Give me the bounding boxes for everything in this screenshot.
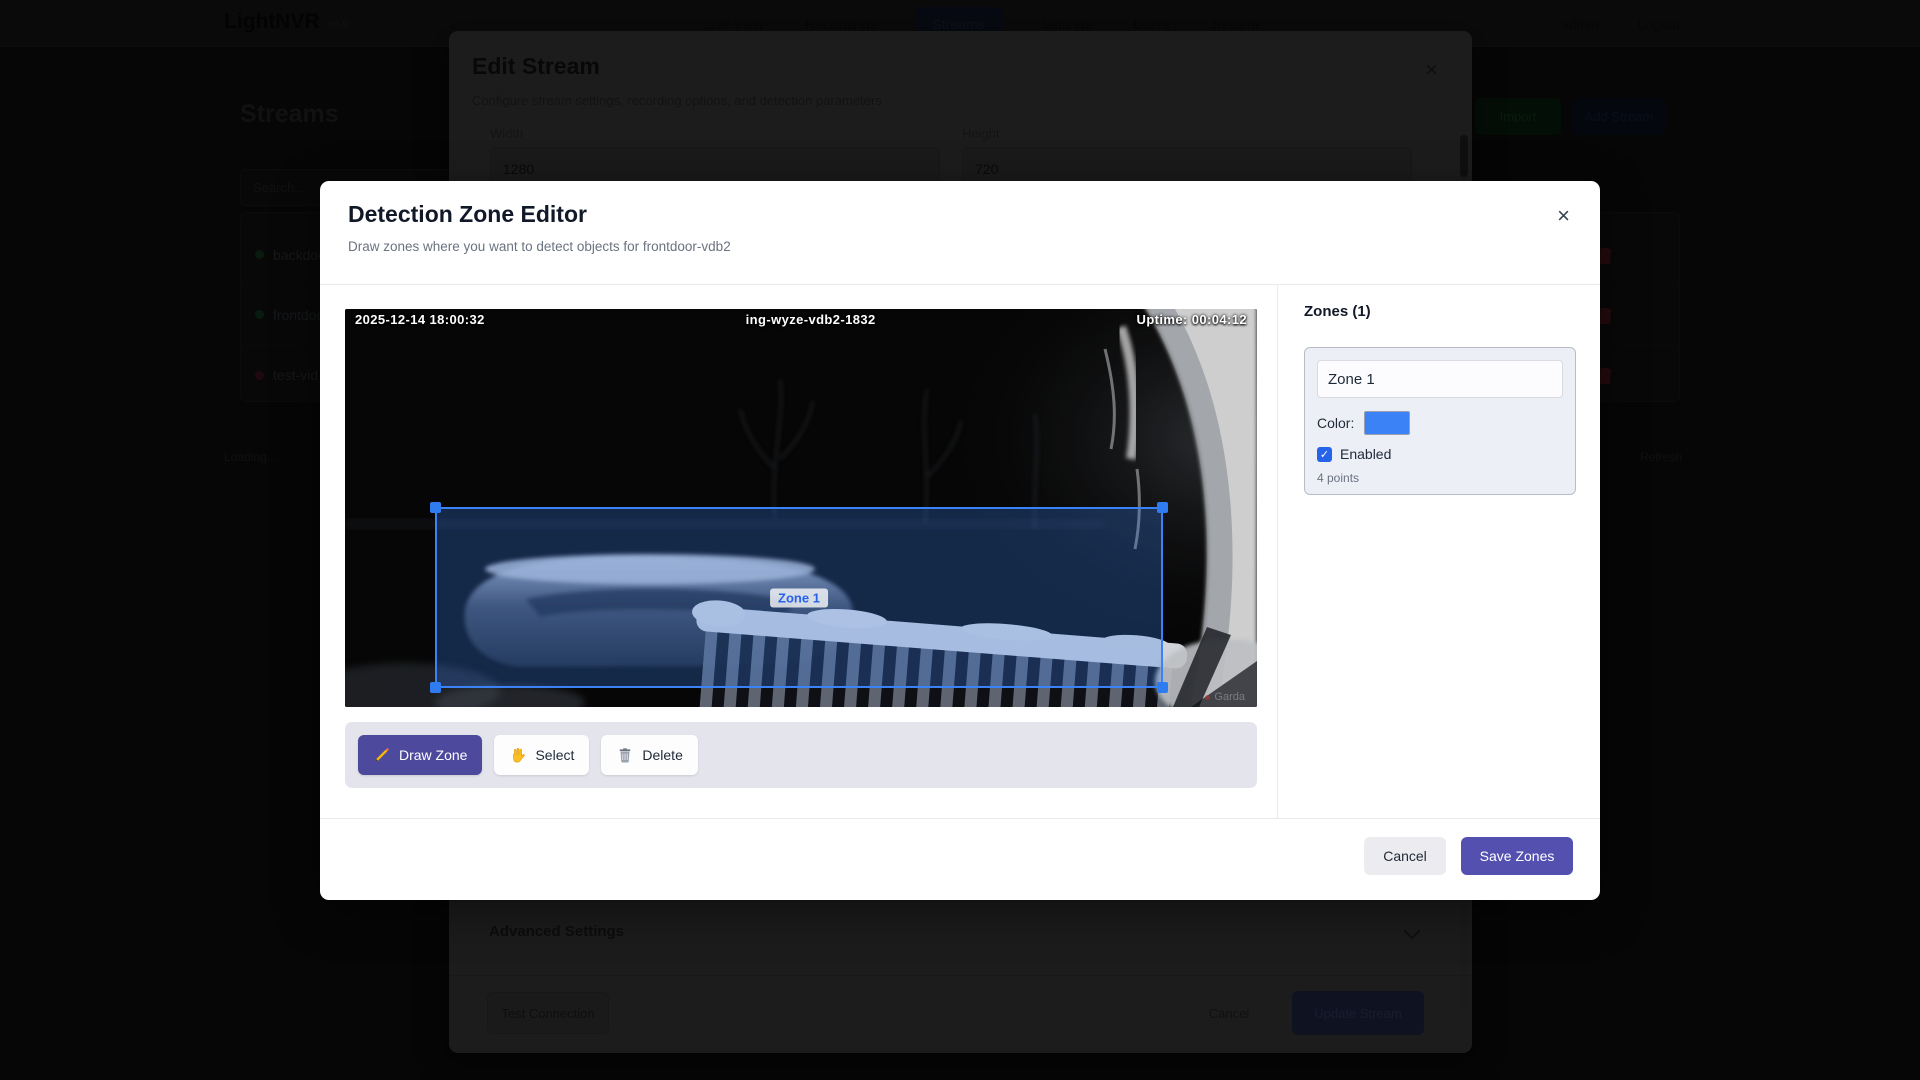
zone-editor-subtitle: Draw zones where you want to detect obje… bbox=[348, 239, 731, 254]
zone-handle-top-right[interactable] bbox=[1157, 502, 1168, 513]
zone-toolbar: Draw Zone Select Delete bbox=[345, 722, 1257, 788]
zone-points-count: 4 points bbox=[1317, 471, 1563, 485]
enabled-label: Enabled bbox=[1340, 446, 1391, 462]
video-camera-label: ing-wyze-vdb2-1832 bbox=[746, 312, 876, 327]
zone-color-picker[interactable] bbox=[1364, 411, 1410, 435]
enabled-checkbox[interactable]: ✓ bbox=[1317, 447, 1332, 462]
divider bbox=[1277, 285, 1278, 818]
delete-button[interactable]: Delete bbox=[601, 735, 697, 775]
zone-drawing-canvas[interactable]: Zone 1 2025-12-14 18:00:32 ing-wyze-vdb2… bbox=[345, 309, 1257, 707]
close-icon[interactable]: × bbox=[1557, 205, 1570, 227]
zone-handle-bottom-right[interactable] bbox=[1157, 682, 1168, 693]
video-watermark: Garda bbox=[1205, 691, 1245, 703]
draw-zone-button[interactable]: Draw Zone bbox=[358, 735, 482, 775]
watermark-text: Garda bbox=[1214, 691, 1245, 703]
video-timestamp: 2025-12-14 18:00:32 bbox=[355, 312, 485, 327]
zone-editor-title: Detection Zone Editor bbox=[348, 201, 587, 228]
zone-name-input[interactable] bbox=[1317, 360, 1563, 398]
detection-zone-rect[interactable]: Zone 1 bbox=[435, 507, 1163, 688]
divider bbox=[320, 818, 1600, 819]
zone-label-chip: Zone 1 bbox=[770, 588, 828, 607]
hand-icon bbox=[509, 746, 527, 764]
delete-label: Delete bbox=[642, 747, 682, 763]
select-label: Select bbox=[535, 747, 574, 763]
zone-handle-bottom-left[interactable] bbox=[430, 682, 441, 693]
screen: LightNVRv0.9 Live View Recordings Stream… bbox=[0, 0, 1920, 1080]
video-uptime: Uptime: 00:04:12 bbox=[1137, 312, 1247, 327]
zone-handle-top-left[interactable] bbox=[430, 502, 441, 513]
zone-editor-cancel-button[interactable]: Cancel bbox=[1364, 837, 1446, 875]
color-label: Color: bbox=[1317, 415, 1354, 431]
draw-zone-label: Draw Zone bbox=[399, 747, 467, 763]
select-button[interactable]: Select bbox=[494, 735, 589, 775]
trash-icon bbox=[616, 746, 634, 764]
zones-panel-heading: Zones (1) bbox=[1304, 303, 1371, 320]
pencil-icon bbox=[373, 746, 391, 764]
watermark-dot-icon bbox=[1205, 695, 1210, 700]
zone-card: Color: ✓ Enabled 4 points bbox=[1304, 347, 1576, 495]
video-osd-bar: 2025-12-14 18:00:32 ing-wyze-vdb2-1832 U… bbox=[345, 312, 1257, 327]
divider bbox=[320, 284, 1600, 285]
detection-zone-editor-modal: Detection Zone Editor Draw zones where y… bbox=[320, 181, 1600, 900]
save-zones-button[interactable]: Save Zones bbox=[1461, 837, 1573, 875]
